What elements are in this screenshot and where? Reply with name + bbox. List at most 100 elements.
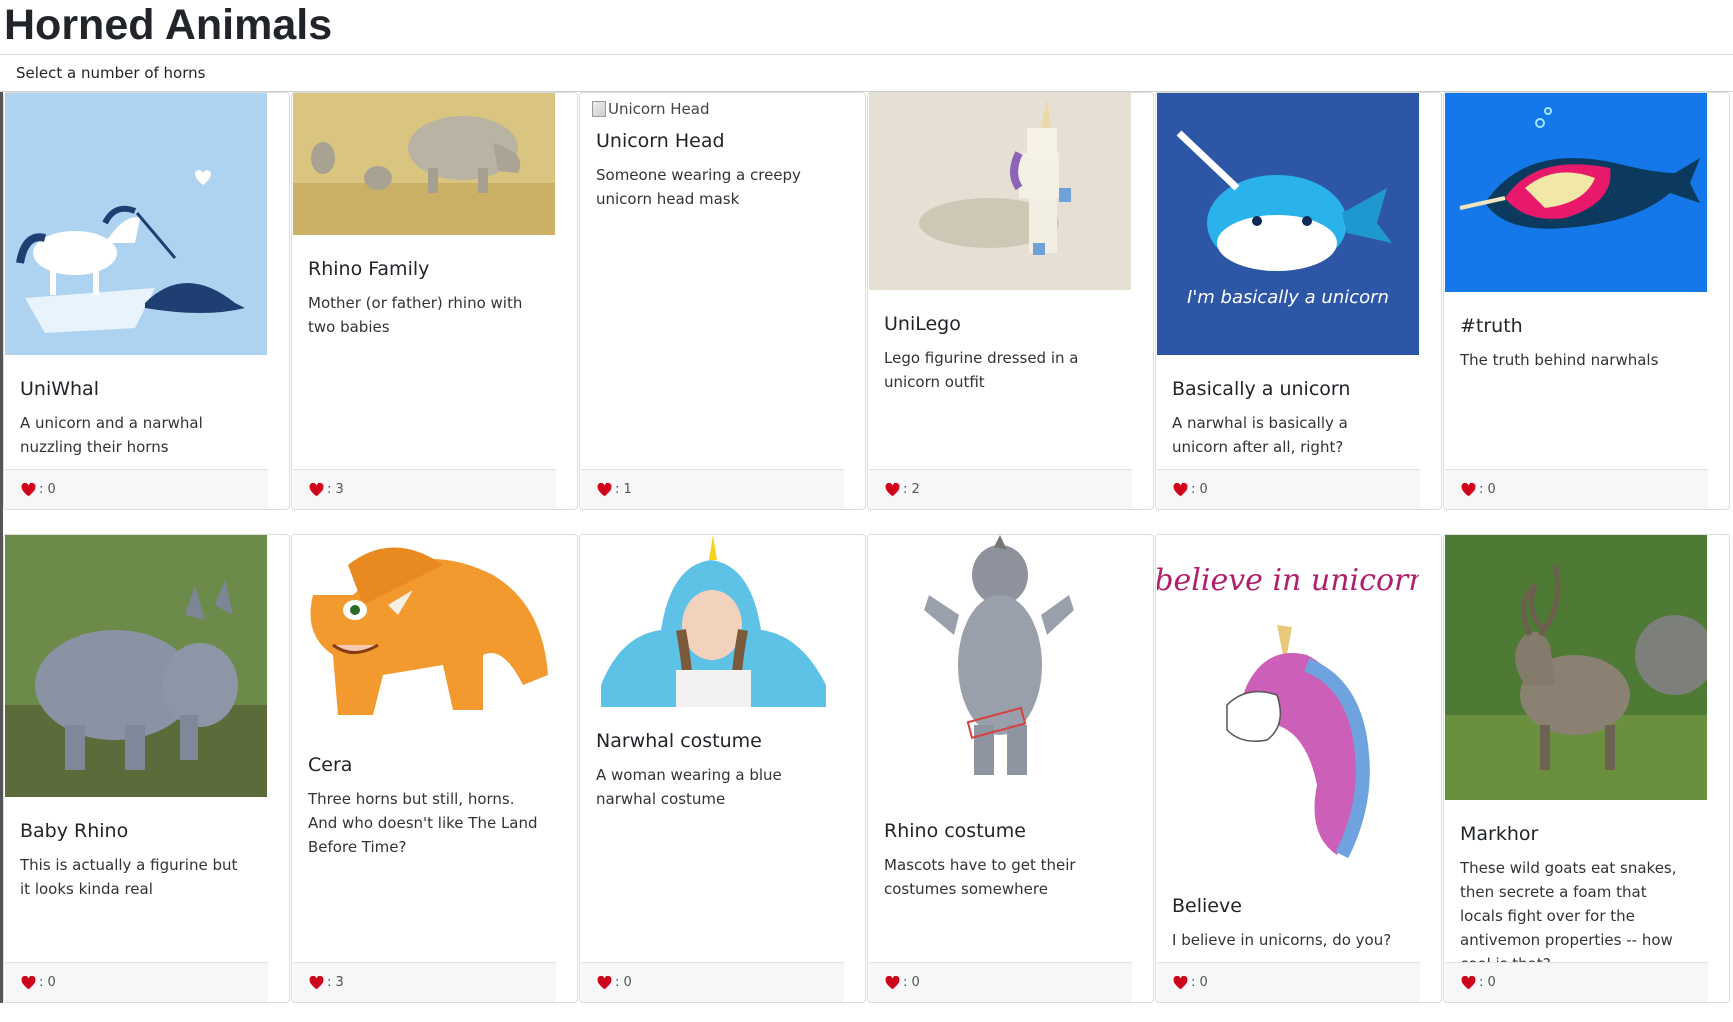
card-footer: : 0 bbox=[5, 469, 268, 509]
animal-gallery: UniWhal A unicorn and a narwhal nuzzling… bbox=[0, 92, 1733, 1003]
heart-icon bbox=[1461, 482, 1476, 496]
heart-icon bbox=[1461, 975, 1476, 989]
card-title: Baby Rhino bbox=[20, 820, 129, 842]
like-count: : 2 bbox=[903, 482, 920, 497]
card-title: Rhino Family bbox=[308, 258, 430, 280]
card-description: I believe in unicorns, do you? bbox=[1172, 931, 1392, 949]
card-description: The truth behind narwhals bbox=[1460, 351, 1659, 369]
animal-card[interactable]: Markhor These wild goats eat snakes, the… bbox=[1443, 534, 1730, 1003]
like-count: : 0 bbox=[39, 482, 56, 497]
card-description: A woman wearing a blue narwhal costume bbox=[596, 766, 782, 808]
like-count: : 0 bbox=[615, 975, 632, 990]
gallery-row: UniWhal A unicorn and a narwhal nuzzling… bbox=[3, 92, 1733, 510]
like-count: : 1 bbox=[615, 482, 632, 497]
animal-card[interactable]: Cera Three horns but still, horns. And w… bbox=[291, 534, 578, 1003]
animal-card[interactable]: Rhino costume Mascots have to get their … bbox=[867, 534, 1154, 1003]
rhino-mascot-image[interactable] bbox=[869, 535, 1131, 797]
animal-card[interactable]: Unicorn Head Unicorn Head Someone wearin… bbox=[579, 92, 866, 510]
like-count: : 0 bbox=[1191, 975, 1208, 990]
card-footer: : 3 bbox=[293, 962, 556, 1002]
like-button[interactable]: : 0 bbox=[1461, 975, 1496, 990]
animal-card[interactable]: Narwhal costume A woman wearing a blue n… bbox=[579, 534, 866, 1003]
horn-count-select[interactable]: Select a number of horns bbox=[0, 55, 1733, 92]
broken-image[interactable]: Unicorn Head bbox=[580, 93, 865, 121]
like-button[interactable]: : 0 bbox=[21, 975, 56, 990]
card-title: Narwhal costume bbox=[596, 730, 762, 752]
image-caption: I'm basically a unicorn bbox=[1187, 287, 1389, 308]
card-description: Three horns but still, horns. And who do… bbox=[308, 790, 538, 856]
like-count: : 3 bbox=[327, 482, 344, 497]
lego-unicorn-image[interactable] bbox=[869, 93, 1131, 290]
card-footer: : 2 bbox=[869, 469, 1132, 509]
card-footer: : 1 bbox=[581, 469, 844, 509]
card-description: Lego figurine dressed in a unicorn outfi… bbox=[884, 349, 1079, 391]
like-count: : 3 bbox=[327, 975, 344, 990]
animal-card[interactable]: Baby Rhino This is actually a figurine b… bbox=[3, 534, 290, 1003]
like-count: : 0 bbox=[1479, 482, 1496, 497]
card-footer: : 0 bbox=[869, 962, 1132, 1002]
card-title: UniWhal bbox=[20, 378, 99, 400]
like-button[interactable]: : 3 bbox=[309, 482, 344, 497]
like-button[interactable]: : 0 bbox=[21, 482, 56, 497]
narwhal-costume-image[interactable] bbox=[581, 535, 843, 707]
card-footer: : 0 bbox=[1157, 962, 1420, 1002]
like-button[interactable]: : 2 bbox=[885, 482, 920, 497]
animal-card[interactable]: Rhino Family Mother (or father) rhino wi… bbox=[291, 92, 578, 510]
animal-card[interactable]: UniWhal A unicorn and a narwhal nuzzling… bbox=[3, 92, 290, 510]
animal-card[interactable]: UniLego Lego figurine dressed in a unico… bbox=[867, 92, 1154, 510]
image-alt-text: Unicorn Head bbox=[608, 100, 710, 118]
card-title: UniLego bbox=[884, 313, 961, 335]
heart-icon bbox=[21, 482, 36, 496]
heart-icon bbox=[1173, 975, 1188, 989]
heart-icon bbox=[1173, 482, 1188, 496]
card-footer: : 0 bbox=[5, 962, 268, 1002]
animal-card[interactable]: I believe in unicorns Believe I believe … bbox=[1155, 534, 1442, 1003]
card-footer: : 0 bbox=[1157, 469, 1420, 509]
card-footer: : 0 bbox=[1445, 962, 1708, 1002]
heart-icon bbox=[885, 482, 900, 496]
card-footer: : 0 bbox=[1445, 469, 1708, 509]
like-count: : 0 bbox=[903, 975, 920, 990]
card-description: A narwhal is basically a unicorn after a… bbox=[1172, 414, 1348, 456]
heart-icon bbox=[597, 975, 612, 989]
like-button[interactable]: : 1 bbox=[597, 482, 632, 497]
like-button[interactable]: : 0 bbox=[885, 975, 920, 990]
card-title: Cera bbox=[308, 754, 353, 776]
card-title: Markhor bbox=[1460, 823, 1539, 845]
narwhal-cartoon-image[interactable]: I'm basically a unicorn bbox=[1157, 93, 1419, 355]
like-button[interactable]: : 3 bbox=[309, 975, 344, 990]
triceratops-cartoon-image[interactable] bbox=[293, 535, 555, 731]
card-description: A unicorn and a narwhal nuzzling their h… bbox=[20, 414, 203, 456]
heart-icon bbox=[885, 975, 900, 989]
animal-card[interactable]: #truth The truth behind narwhals : 0 bbox=[1443, 92, 1730, 510]
heart-icon bbox=[21, 975, 36, 989]
like-count: : 0 bbox=[39, 975, 56, 990]
markhor-goat-image[interactable] bbox=[1445, 535, 1707, 800]
like-button[interactable]: : 0 bbox=[1461, 482, 1496, 497]
card-title: Rhino costume bbox=[884, 820, 1026, 842]
like-button[interactable]: : 0 bbox=[1173, 482, 1208, 497]
heart-icon bbox=[597, 482, 612, 496]
like-button[interactable]: : 0 bbox=[597, 975, 632, 990]
card-footer: : 0 bbox=[581, 962, 844, 1002]
card-title: Basically a unicorn bbox=[1172, 378, 1351, 400]
card-title: Believe bbox=[1172, 895, 1242, 917]
rhino-family-image[interactable] bbox=[293, 93, 555, 235]
card-description: Mascots have to get their costumes somew… bbox=[884, 856, 1076, 898]
unicorn-watercolor-image[interactable]: I believe in unicorns bbox=[1157, 535, 1419, 880]
like-count: : 0 bbox=[1479, 975, 1496, 990]
narwhal-truth-image[interactable] bbox=[1445, 93, 1707, 292]
baby-rhino-image[interactable] bbox=[5, 535, 267, 797]
animal-card[interactable]: I'm basically a unicorn Basically a unic… bbox=[1155, 92, 1442, 510]
page-title: Horned Animals bbox=[0, 0, 1733, 55]
image-caption: I believe in unicorns bbox=[1157, 563, 1419, 598]
like-count: : 0 bbox=[1191, 482, 1208, 497]
unicorn-narwhal-image[interactable] bbox=[5, 93, 267, 355]
broken-image-icon bbox=[592, 101, 606, 117]
card-description: Mother (or father) rhino with two babies bbox=[308, 294, 523, 336]
card-description: This is actually a figurine but it looks… bbox=[20, 856, 238, 898]
card-description: Someone wearing a creepy unicorn head ma… bbox=[596, 166, 801, 208]
card-title: Unicorn Head bbox=[596, 130, 725, 152]
heart-icon bbox=[309, 482, 324, 496]
like-button[interactable]: : 0 bbox=[1173, 975, 1208, 990]
